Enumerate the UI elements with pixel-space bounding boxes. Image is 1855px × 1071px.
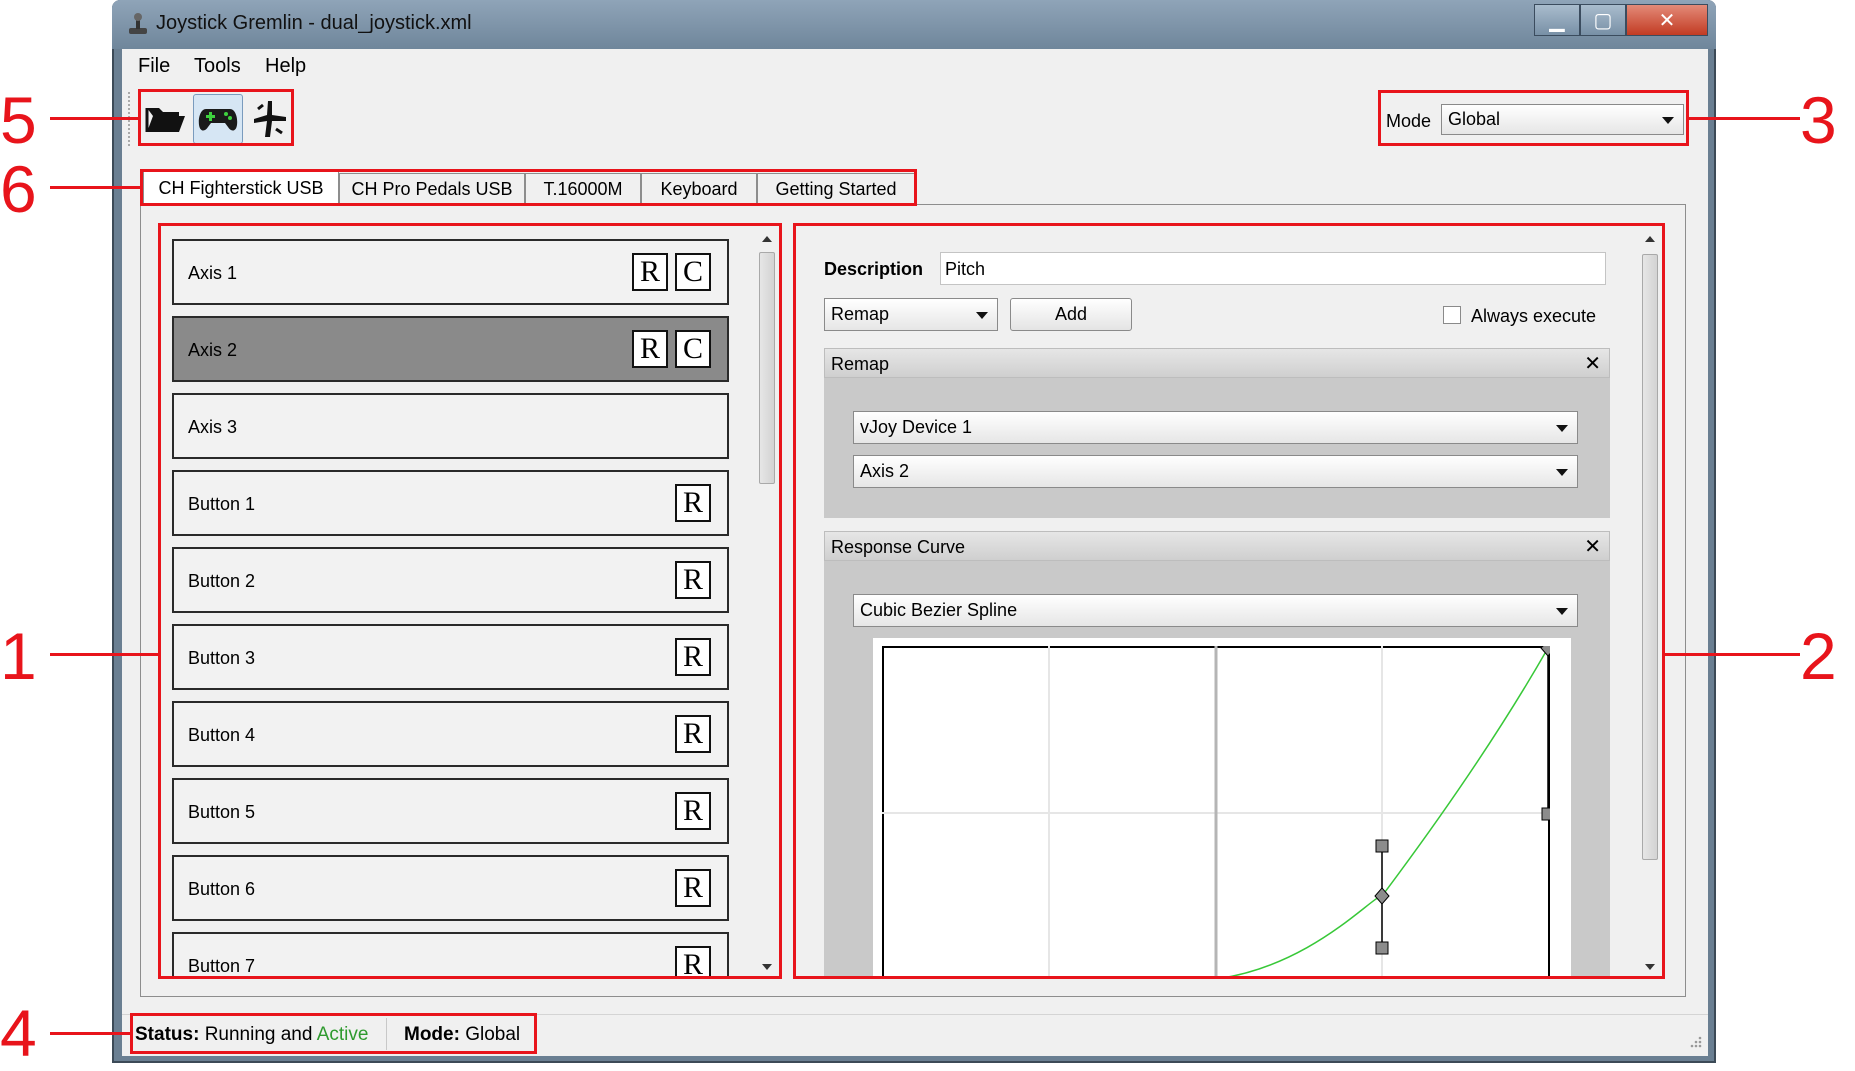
annotation-box-6 (140, 169, 917, 206)
menu-tools[interactable]: Tools (194, 55, 241, 78)
maximize-icon: ▢ (1593, 8, 1613, 32)
maximize-button[interactable]: ▢ (1580, 4, 1626, 36)
minimize-button[interactable]: ▁ (1534, 4, 1580, 36)
menu-help[interactable]: Help (265, 55, 306, 78)
annotation-line-2 (1665, 653, 1800, 656)
annotation-line-5 (50, 117, 138, 120)
minimize-icon: ▁ (1549, 8, 1565, 32)
annotation-box-3 (1378, 90, 1689, 146)
annotation-box-2 (793, 223, 1665, 979)
annotation-box-1 (158, 223, 782, 979)
window-controls: ▁ ▢ ✕ (1534, 4, 1708, 36)
close-icon: ✕ (1658, 8, 1676, 32)
annotation-number-2: 2 (1800, 619, 1837, 693)
resize-grip-icon[interactable] (1688, 1034, 1702, 1048)
annotation-line-1 (50, 653, 158, 656)
annotation-line-6 (50, 186, 140, 189)
annotation-number-1: 1 (0, 619, 37, 693)
annotation-number-3: 3 (1800, 83, 1837, 157)
menu-file[interactable]: File (138, 55, 170, 78)
annotation-number-6: 6 (0, 152, 37, 226)
annotation-number-4: 4 (0, 996, 37, 1070)
annotation-box-5 (138, 89, 294, 146)
annotation-line-4 (50, 1032, 130, 1035)
annotation-box-4 (130, 1013, 537, 1054)
menu-bar (122, 49, 1708, 83)
annotation-number-5: 5 (0, 83, 37, 157)
annotation-line-3 (1689, 117, 1800, 120)
window-title: Joystick Gremlin - dual_joystick.xml (156, 12, 472, 34)
close-window-button[interactable]: ✕ (1626, 4, 1708, 36)
app-icon (126, 12, 150, 36)
